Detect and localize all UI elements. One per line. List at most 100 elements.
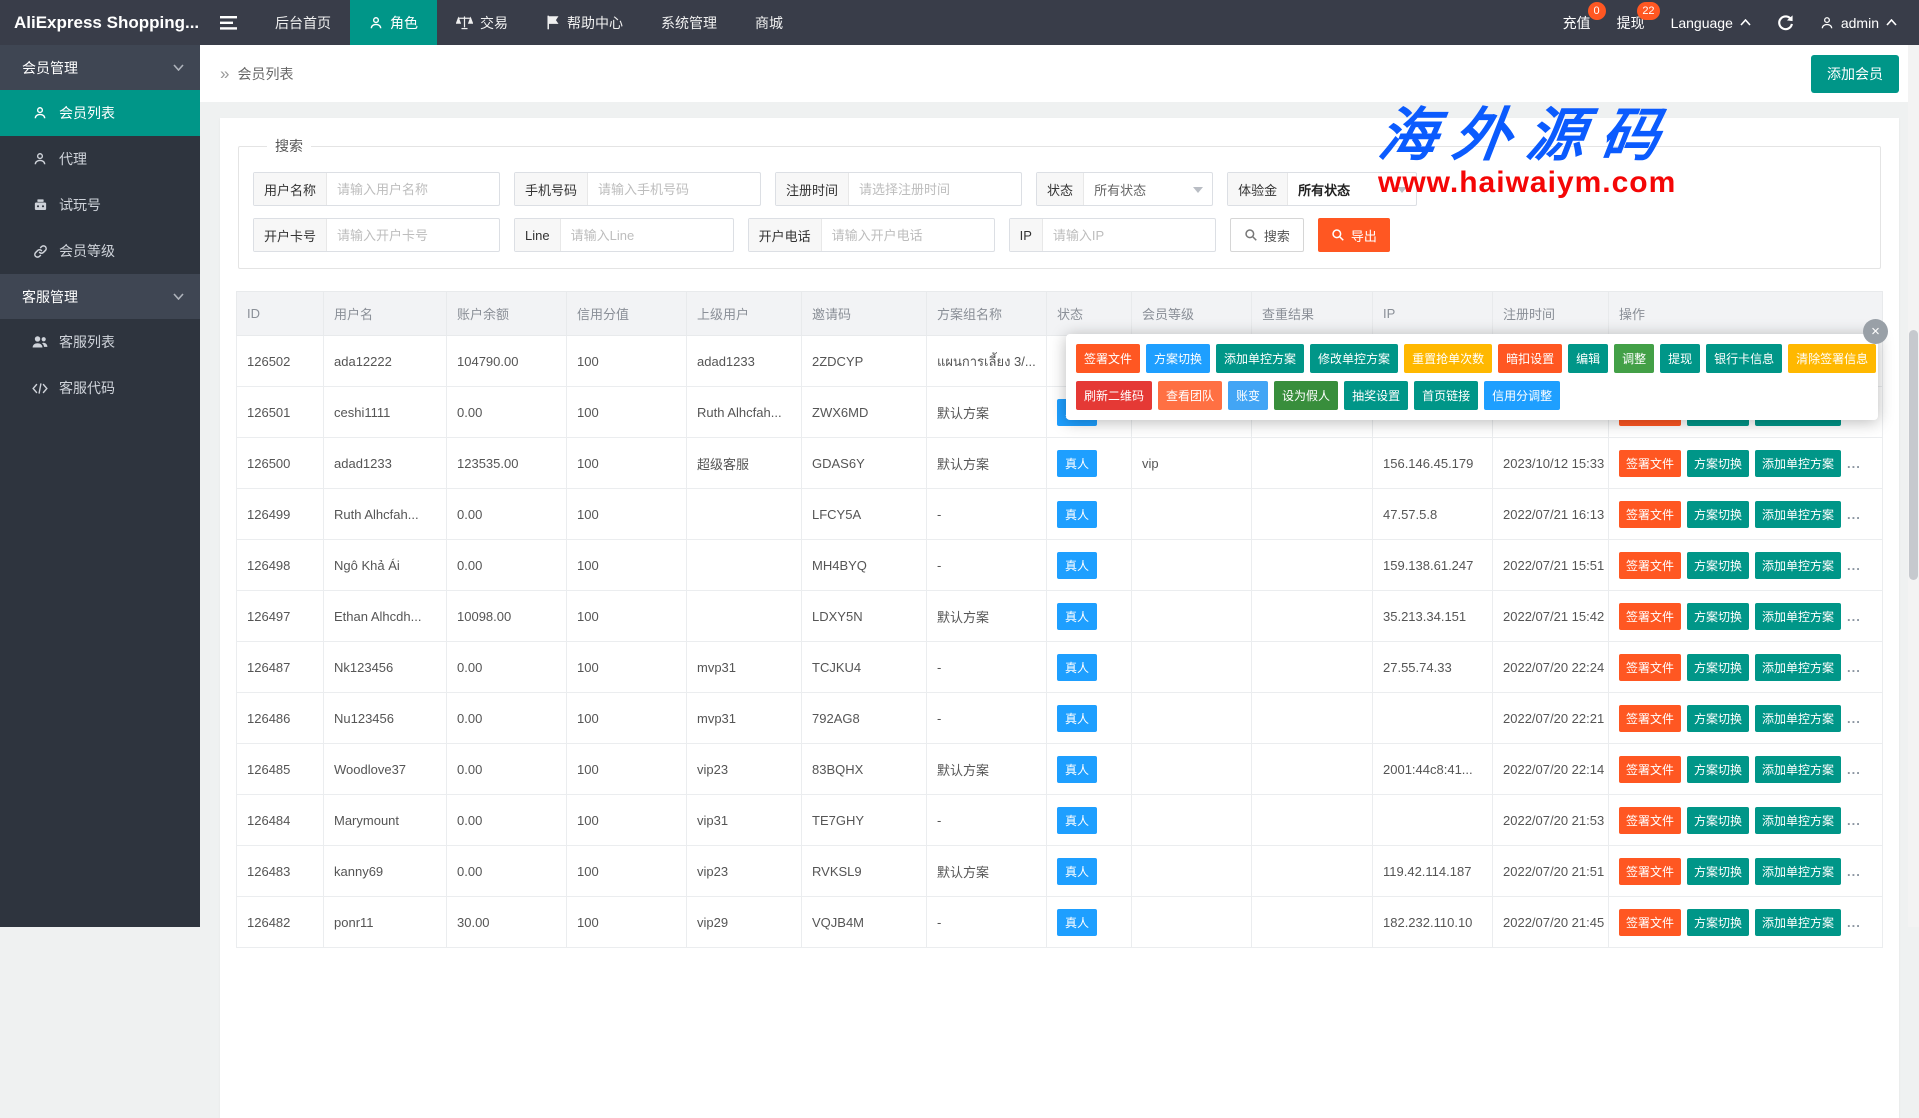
cell-plan-group: 默认方案	[927, 846, 1047, 897]
row-action-button[interactable]: 添加单控方案	[1755, 450, 1841, 477]
row-action-button[interactable]: 添加单控方案	[1755, 501, 1841, 528]
row-action-button[interactable]: 签署文件	[1619, 858, 1681, 885]
table-row: 126499Ruth Alhcfah...0.00100LFCY5A-真人47.…	[237, 489, 1883, 540]
sidebar-item[interactable]: 客服列表	[0, 319, 200, 365]
language-dropdown[interactable]: Language	[1671, 15, 1751, 31]
more-actions-button[interactable]: ...	[1847, 558, 1861, 573]
cell-parent: 超级客服	[687, 438, 802, 489]
popup-action-button[interactable]: 清除签署信息	[1788, 344, 1876, 373]
popup-action-button[interactable]: 信用分调整	[1484, 381, 1560, 410]
popup-close-button[interactable]: ×	[1863, 319, 1888, 344]
popup-action-button[interactable]: 刷新二维码	[1076, 381, 1152, 410]
row-action-button[interactable]: 方案切换	[1687, 705, 1749, 732]
row-action-button[interactable]: 方案切换	[1687, 654, 1749, 681]
nav-item[interactable]: 帮助中心	[527, 0, 642, 45]
sidebar-item[interactable]: 会员列表	[0, 90, 200, 136]
nav-item[interactable]: 交易	[437, 0, 527, 45]
row-action-button[interactable]: 添加单控方案	[1755, 603, 1841, 630]
menu-toggle-button[interactable]	[200, 0, 256, 45]
popup-action-button[interactable]: 调整	[1614, 344, 1654, 373]
popup-action-button[interactable]: 修改单控方案	[1310, 344, 1398, 373]
row-action-button[interactable]: 添加单控方案	[1755, 654, 1841, 681]
row-action-button[interactable]: 签署文件	[1619, 756, 1681, 783]
more-actions-button[interactable]: ...	[1847, 660, 1861, 675]
popup-action-button[interactable]: 添加单控方案	[1216, 344, 1304, 373]
scrollbar-thumb[interactable]	[1909, 330, 1918, 580]
popup-action-button[interactable]: 方案切换	[1146, 344, 1210, 373]
withdraw-button[interactable]: 提现 22	[1617, 13, 1645, 33]
popup-action-button[interactable]: 首页链接	[1414, 381, 1478, 410]
popup-action-button[interactable]: 查看团队	[1158, 381, 1222, 410]
user-menu[interactable]: admin	[1820, 15, 1897, 31]
row-action-button[interactable]: 方案切换	[1687, 858, 1749, 885]
more-actions-button[interactable]: ...	[1847, 915, 1861, 930]
filter-input[interactable]	[327, 219, 499, 251]
search-button[interactable]: 搜索	[1230, 218, 1304, 252]
nav-item[interactable]: 商城	[736, 0, 802, 45]
popup-action-button[interactable]: 暗扣设置	[1498, 344, 1562, 373]
sidebar-item-label: 试玩号	[59, 195, 101, 215]
popup-action-button[interactable]: 设为假人	[1274, 381, 1338, 410]
filter-input[interactable]	[588, 173, 760, 205]
popup-action-button[interactable]: 编辑	[1568, 344, 1608, 373]
row-action-button[interactable]: 方案切换	[1687, 552, 1749, 579]
add-member-button[interactable]: 添加会员	[1811, 55, 1899, 93]
popup-action-button[interactable]: 账变	[1228, 381, 1268, 410]
cell-id: 126501	[237, 387, 324, 438]
row-action-button[interactable]: 方案切换	[1687, 501, 1749, 528]
popup-action-button[interactable]: 提现	[1660, 344, 1700, 373]
select-value[interactable]: 所有状态	[1084, 173, 1212, 205]
row-action-button[interactable]: 添加单控方案	[1755, 807, 1841, 834]
sidebar-group-header[interactable]: 客服管理	[0, 274, 200, 319]
popup-actions-row-2: 刷新二维码查看团队账变设为假人抽奖设置首页链接信用分调整	[1076, 381, 1868, 410]
sidebar-item[interactable]: 客服代码	[0, 365, 200, 411]
scrollbar-track[interactable]	[1908, 45, 1919, 927]
refresh-button[interactable]	[1777, 14, 1794, 31]
sidebar-item[interactable]: 会员等级	[0, 228, 200, 274]
more-actions-button[interactable]: ...	[1847, 456, 1861, 471]
sidebar-item[interactable]: 代理	[0, 136, 200, 182]
filter-input[interactable]	[1043, 219, 1215, 251]
popup-action-button[interactable]: 抽奖设置	[1344, 381, 1408, 410]
row-action-button[interactable]: 方案切换	[1687, 603, 1749, 630]
row-action-button[interactable]: 方案切换	[1687, 450, 1749, 477]
row-action-button[interactable]: 添加单控方案	[1755, 756, 1841, 783]
more-actions-button[interactable]: ...	[1847, 711, 1861, 726]
recharge-button[interactable]: 充值 0	[1563, 13, 1591, 33]
more-actions-button[interactable]: ...	[1847, 813, 1861, 828]
more-actions-button[interactable]: ...	[1847, 507, 1861, 522]
cell-dup-result	[1252, 744, 1373, 795]
filter-input[interactable]	[822, 219, 994, 251]
more-actions-button[interactable]: ...	[1847, 864, 1861, 879]
row-action-button[interactable]: 添加单控方案	[1755, 858, 1841, 885]
more-actions-button[interactable]: ...	[1847, 762, 1861, 777]
row-action-button[interactable]: 签署文件	[1619, 654, 1681, 681]
row-action-button[interactable]: 签署文件	[1619, 450, 1681, 477]
row-action-button[interactable]: 签署文件	[1619, 603, 1681, 630]
nav-item[interactable]: 后台首页	[256, 0, 350, 45]
nav-item[interactable]: 角色	[350, 0, 437, 45]
filter-input[interactable]	[561, 219, 733, 251]
select-value[interactable]: 所有状态	[1288, 173, 1416, 205]
row-action-button[interactable]: 签署文件	[1619, 501, 1681, 528]
row-action-button[interactable]: 添加单控方案	[1755, 552, 1841, 579]
export-button[interactable]: 导出	[1318, 218, 1390, 252]
more-actions-button[interactable]: ...	[1847, 609, 1861, 624]
row-action-button[interactable]: 方案切换	[1687, 756, 1749, 783]
row-action-button[interactable]: 签署文件	[1619, 807, 1681, 834]
row-action-button[interactable]: 签署文件	[1619, 705, 1681, 732]
nav-item[interactable]: 系统管理	[642, 0, 736, 45]
row-action-button[interactable]: 添加单控方案	[1755, 909, 1841, 936]
sidebar-item[interactable]: 试玩号	[0, 182, 200, 228]
filter-input[interactable]	[849, 173, 1021, 205]
sidebar-group-header[interactable]: 会员管理	[0, 45, 200, 90]
row-action-button[interactable]: 方案切换	[1687, 909, 1749, 936]
row-action-button[interactable]: 添加单控方案	[1755, 705, 1841, 732]
row-action-button[interactable]: 签署文件	[1619, 909, 1681, 936]
popup-action-button[interactable]: 银行卡信息	[1706, 344, 1782, 373]
popup-action-button[interactable]: 重置抢单次数	[1404, 344, 1492, 373]
popup-action-button[interactable]: 签署文件	[1076, 344, 1140, 373]
row-action-button[interactable]: 签署文件	[1619, 552, 1681, 579]
filter-input[interactable]	[327, 173, 499, 205]
row-action-button[interactable]: 方案切换	[1687, 807, 1749, 834]
